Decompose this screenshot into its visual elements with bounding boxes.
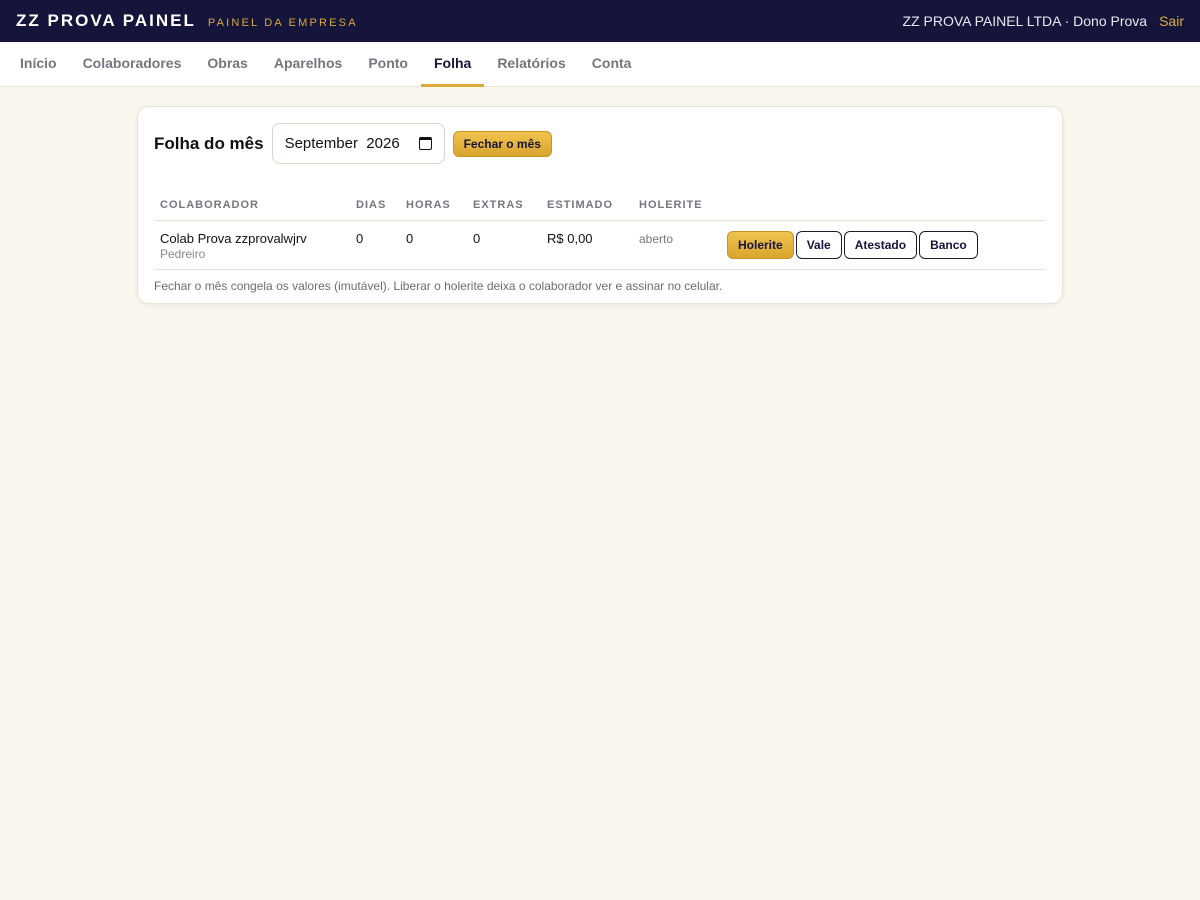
brand-name: ZZ PROVA PAINEL: [16, 11, 196, 30]
column-header-estimado: ESTIMADO: [541, 188, 633, 221]
column-header-colaborador: COLABORADOR: [154, 188, 350, 221]
holerite-button[interactable]: Holerite: [727, 230, 794, 259]
estimate-cell: R$ 0,00: [541, 220, 633, 270]
logout-link[interactable]: Sair: [1159, 13, 1184, 29]
employee-role: Pedreiro: [160, 246, 206, 261]
column-header-extras: EXTRAS: [467, 188, 541, 221]
payroll-header: Folha do mês September 2026 Fechar o mês: [154, 123, 1046, 164]
vale-button[interactable]: Vale: [795, 230, 842, 259]
table-row: Colab Prova zzprovalwjrv Pedreiro 0 0 0 …: [154, 220, 1046, 270]
tab-inicio[interactable]: Início: [7, 42, 70, 87]
actions-cell: Holerite Vale Atestado Banco: [721, 220, 1046, 270]
payroll-table: COLABORADOR DIAS HORAS EXTRAS ESTIMADO H…: [154, 188, 1046, 270]
tab-colaboradores[interactable]: Colaboradores: [70, 42, 195, 87]
account-area: ZZ PROVA PAINEL LTDA · Dono Prova Sair: [903, 13, 1184, 29]
help-note: Fechar o mês congela os valores (imutáve…: [154, 278, 723, 293]
month-picker-input[interactable]: September 2026: [271, 123, 445, 164]
main-nav: Início Colaboradores Obras Aparelhos Pon…: [0, 42, 1200, 87]
page-title: Folha do mês: [154, 133, 264, 153]
banco-button[interactable]: Banco: [919, 230, 978, 259]
company-user-label: ZZ PROVA PAINEL LTDA · Dono Prova: [902, 13, 1148, 29]
payroll-card: Folha do mês September 2026 Fechar o mês…: [137, 106, 1063, 304]
brand: ZZ PROVA PAINEL PAINEL DA EMPRESA: [16, 11, 358, 31]
table-header-row: COLABORADOR DIAS HORAS EXTRAS ESTIMADO H…: [154, 188, 1046, 221]
row-actions: Holerite Vale Atestado Banco: [727, 230, 1040, 259]
status-badge: aberto: [639, 231, 674, 246]
column-header-horas: HORAS: [400, 188, 467, 221]
month-value: September 2026: [284, 135, 400, 152]
extras-cell: 0: [467, 220, 541, 270]
atestado-button[interactable]: Atestado: [843, 230, 918, 259]
employee-name: Colab Prova zzprovalwjrv: [160, 230, 307, 246]
hours-cell: 0: [400, 220, 467, 270]
tab-ponto[interactable]: Ponto: [355, 42, 421, 87]
tab-conta[interactable]: Conta: [579, 42, 645, 87]
column-header-dias: DIAS: [350, 188, 400, 221]
employee-cell: Colab Prova zzprovalwjrv Pedreiro: [154, 220, 350, 270]
tab-obras[interactable]: Obras: [194, 42, 260, 87]
column-header-holerite: HOLERITE: [633, 188, 721, 221]
calendar-icon[interactable]: [418, 137, 432, 150]
top-bar: ZZ PROVA PAINEL PAINEL DA EMPRESA ZZ PRO…: [0, 0, 1200, 42]
payslip-status-cell: aberto: [633, 220, 721, 270]
tab-folha[interactable]: Folha: [420, 42, 485, 87]
close-month-button[interactable]: Fechar o mês: [452, 130, 552, 157]
column-header-actions: [721, 188, 1046, 221]
brand-subtitle: PAINEL DA EMPRESA: [207, 17, 358, 29]
tab-aparelhos[interactable]: Aparelhos: [261, 42, 355, 87]
tab-relatorios[interactable]: Relatórios: [484, 42, 578, 87]
days-cell: 0: [350, 220, 400, 270]
